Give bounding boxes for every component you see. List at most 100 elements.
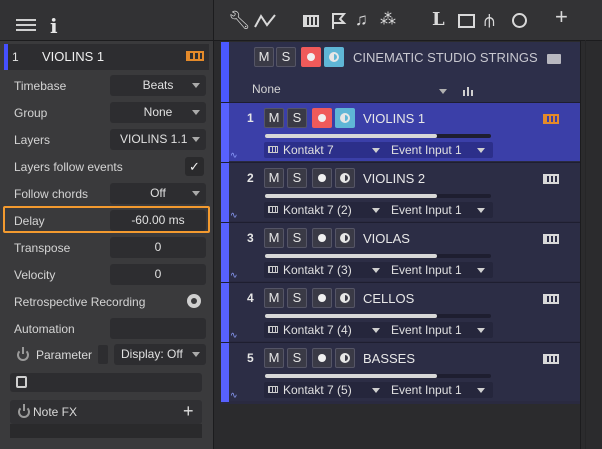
power-icon[interactable] — [17, 347, 29, 361]
chevron-down-icon[interactable] — [477, 328, 485, 333]
volume-slider[interactable] — [265, 254, 491, 258]
solo-button[interactable]: S — [287, 288, 307, 308]
mute-button[interactable]: M — [264, 348, 284, 368]
parameter-slot[interactable] — [98, 345, 108, 364]
transpose-field[interactable]: 0 — [110, 237, 206, 258]
volume-slider[interactable] — [265, 314, 491, 318]
monitor-button[interactable] — [335, 108, 355, 128]
monitor-icon — [340, 172, 350, 183]
track-row[interactable]: 4 M S CELLOS Kontakt 7 (4) Event Input 1… — [221, 282, 580, 342]
automation-wave-icon[interactable]: ∿ — [230, 270, 238, 281]
folder-solo-button[interactable]: S — [276, 47, 296, 67]
group-select[interactable]: None — [110, 102, 206, 123]
monitor-button[interactable] — [335, 228, 355, 248]
note-fx-slot[interactable] — [10, 424, 202, 438]
instrument-keyboard-icon[interactable] — [543, 234, 559, 244]
monitor-button[interactable] — [335, 348, 355, 368]
mute-button[interactable]: M — [264, 288, 284, 308]
film-icon[interactable] — [458, 14, 475, 28]
mute-button[interactable]: M — [264, 108, 284, 128]
volume-slider[interactable] — [265, 134, 491, 138]
solo-button[interactable]: S — [287, 168, 307, 188]
record-button[interactable] — [312, 348, 332, 368]
instrument-selector[interactable]: Kontakt 7 (3) Event Input 1 — [264, 262, 493, 278]
folder-filter-select[interactable]: None — [252, 82, 452, 100]
track-name: VIOLINS 2 — [363, 171, 426, 186]
chevron-down-icon[interactable] — [477, 148, 485, 153]
wrench-icon[interactable]: 🔧︎ — [228, 11, 251, 29]
instrument-selector[interactable]: Kontakt 7 (2) Event Input 1 — [264, 202, 493, 218]
chevron-down-icon[interactable] — [477, 388, 485, 393]
power-icon[interactable] — [18, 404, 30, 418]
input-name: Event Input 1 — [391, 203, 462, 217]
monitor-button[interactable] — [335, 288, 355, 308]
clock-icon[interactable] — [512, 13, 527, 28]
instrument-selector[interactable]: Kontakt 7 (5) Event Input 1 — [264, 382, 493, 398]
folder-mute-button[interactable]: M — [254, 47, 274, 67]
chevron-down-icon[interactable] — [372, 328, 380, 333]
solo-button[interactable]: S — [287, 348, 307, 368]
add-track-button[interactable]: + — [555, 6, 568, 28]
track-row[interactable]: 1 M S VIOLINS 1 Kontakt 7 Event Input 1 … — [221, 102, 580, 162]
layers-follow-events-checkbox[interactable]: ✓ — [185, 157, 204, 176]
record-button[interactable] — [312, 228, 332, 248]
split-icon[interactable]: ⫛ — [484, 11, 495, 29]
instrument-selector[interactable]: Kontakt 7 (4) Event Input 1 — [264, 322, 493, 338]
layers-select[interactable]: VIOLINS 1.1 — [110, 129, 206, 150]
chevron-down-icon[interactable] — [372, 208, 380, 213]
folder-icon[interactable] — [547, 54, 561, 64]
track-number: 4 — [247, 291, 254, 305]
grid-icon[interactable]: ⁂ — [380, 11, 396, 29]
mute-button[interactable]: M — [264, 168, 284, 188]
mute-button[interactable]: M — [264, 228, 284, 248]
instrument-keyboard-icon[interactable] — [543, 174, 559, 184]
curve-icon[interactable] — [254, 13, 278, 29]
velocity-field[interactable]: 0 — [110, 264, 206, 285]
automation-field[interactable] — [110, 318, 206, 339]
volume-slider[interactable] — [265, 374, 491, 378]
instrument-keyboard-icon[interactable] — [543, 294, 559, 304]
folder-record-button[interactable] — [301, 47, 321, 67]
record-button[interactable] — [312, 168, 332, 188]
info-icon[interactable]: i — [50, 14, 58, 38]
chevron-down-icon[interactable] — [372, 148, 380, 153]
solo-button[interactable]: S — [287, 228, 307, 248]
timebase-select[interactable]: Beats — [110, 75, 206, 96]
record-button[interactable] — [312, 108, 332, 128]
track-row[interactable]: 3 M S VIOLAS Kontakt 7 (3) Event Input 1… — [221, 222, 580, 282]
monitor-button[interactable] — [335, 168, 355, 188]
instrument-keyboard-icon[interactable] — [543, 114, 559, 124]
follow-chords-select[interactable]: Off — [110, 183, 206, 204]
chevron-down-icon[interactable] — [372, 388, 380, 393]
volume-slider[interactable] — [265, 194, 491, 198]
notepad-bar[interactable] — [10, 373, 202, 392]
keyboard-icon[interactable] — [303, 15, 319, 27]
automation-wave-icon[interactable]: ∿ — [230, 150, 238, 161]
timebase-label: Timebase — [14, 79, 67, 93]
chevron-down-icon[interactable] — [372, 268, 380, 273]
automation-wave-icon[interactable]: ∿ — [230, 330, 238, 341]
add-note-fx-button[interactable]: + — [183, 401, 194, 422]
input-name: Event Input 1 — [391, 143, 462, 157]
automation-wave-icon[interactable]: ∿ — [230, 210, 238, 221]
chevron-down-icon[interactable] — [477, 268, 485, 273]
folder-monitor-button[interactable] — [324, 47, 344, 67]
solo-button[interactable]: S — [287, 108, 307, 128]
instrument-selector[interactable]: Kontakt 7 Event Input 1 — [264, 142, 493, 158]
inspector-track-header[interactable]: 1 VIOLINS 1 — [4, 44, 209, 70]
chevron-down-icon[interactable] — [477, 208, 485, 213]
score-icon[interactable]: ♫ — [355, 11, 368, 29]
lyrics-icon[interactable]: L — [432, 11, 445, 29]
flag-icon[interactable] — [331, 12, 347, 30]
track-row[interactable]: 2 M S VIOLINS 2 Kontakt 7 (2) Event Inpu… — [221, 162, 580, 222]
automation-wave-icon[interactable]: ∿ — [230, 390, 238, 401]
retrospective-record-icon[interactable] — [187, 294, 201, 308]
chord-icon[interactable] — [463, 86, 475, 96]
chevron-down-icon — [192, 110, 200, 115]
menu-icon[interactable] — [16, 19, 36, 31]
display-select[interactable]: Display: Off — [114, 344, 206, 365]
record-button[interactable] — [312, 288, 332, 308]
instrument-keyboard-icon[interactable] — [543, 354, 559, 364]
track-row[interactable]: 5 M S BASSES Kontakt 7 (5) Event Input 1… — [221, 342, 580, 402]
folder-track-header[interactable]: M S CINEMATIC STUDIO STRINGS None — [221, 42, 580, 102]
